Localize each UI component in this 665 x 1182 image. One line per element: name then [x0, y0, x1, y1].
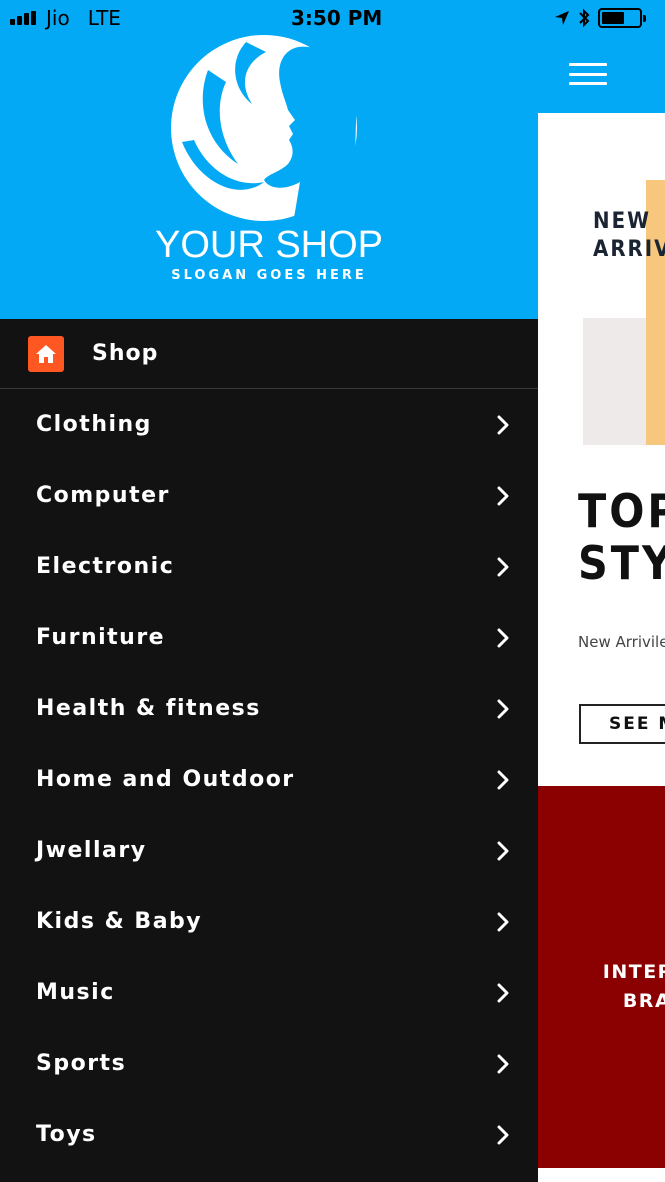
category-menu: Clothing Computer Electronic Furniture Healt… [0, 389, 538, 1170]
hero-subtitle: New Arrivile [578, 633, 665, 651]
home-icon [28, 335, 64, 372]
hero-banner: NEW ARRIV TOP STYI New Arrivile SEE M [538, 113, 665, 786]
chevron-right-icon [497, 983, 509, 1002]
chevron-right-icon [497, 912, 509, 931]
menu-item-label: Toys [36, 1122, 97, 1147]
chevron-right-icon [497, 557, 509, 576]
menu-item-label: Home and Outdoor [36, 767, 295, 792]
status-time: 3:50 PM [291, 6, 383, 30]
shop-name: YOUR SHOP [154, 224, 384, 266]
menu-item[interactable]: Computer [0, 460, 538, 531]
battery-fill [602, 12, 625, 24]
shop-slogan: SLOGAN GOES HERE [171, 268, 367, 283]
status-bar-left: Jio LTE [10, 6, 121, 30]
shop-logo-icon [171, 35, 358, 221]
shop-label: Shop [92, 341, 159, 366]
promo-banner[interactable]: INTERN BRA [538, 786, 665, 1168]
background-app[interactable]: NEW ARRIV TOP STYI New Arrivile SEE M IN… [538, 0, 665, 1182]
menu-item-label: Kids & Baby [36, 909, 203, 934]
hero-tag: NEW ARRIV [593, 209, 665, 262]
menu-item[interactable]: Music [0, 957, 538, 1028]
hamburger-menu-icon[interactable] [569, 63, 607, 85]
chevron-right-icon [497, 841, 509, 860]
menu-item-label: Computer [36, 483, 170, 508]
navigation-drawer: Jio LTE 3:50 PM YOUR SHOP SLOGAN GOES HE… [0, 0, 538, 1182]
menu-item-label: Music [36, 980, 115, 1005]
menu-item-label: Clothing [36, 412, 152, 437]
hero-title: TOP STYI [578, 484, 665, 590]
drawer-header: Jio LTE 3:50 PM YOUR SHOP SLOGAN GOES HE… [0, 0, 538, 319]
screen: NEW ARRIV TOP STYI New Arrivile SEE M IN… [0, 0, 665, 1182]
menu-item[interactable]: Clothing [0, 389, 538, 460]
status-bar-right [554, 6, 646, 30]
app-header [538, 0, 665, 113]
location-arrow-icon [555, 11, 569, 25]
chevron-right-icon [497, 770, 509, 789]
chevron-right-icon [497, 1054, 509, 1073]
carrier-name: Jio [46, 6, 70, 30]
bluetooth-icon [579, 8, 590, 28]
battery-icon [598, 8, 646, 28]
hero-image-block [583, 318, 653, 445]
menu-item-label: Sports [36, 1051, 127, 1076]
chevron-right-icon [497, 628, 509, 647]
menu-item[interactable]: Electronic [0, 531, 538, 602]
menu-item-label: Jwellary [36, 838, 147, 863]
chevron-right-icon [497, 415, 509, 434]
chevron-right-icon [497, 699, 509, 718]
network-type: LTE [87, 6, 121, 30]
menu-item[interactable]: Health & fitness [0, 673, 538, 744]
chevron-right-icon [497, 486, 509, 505]
menu-item[interactable]: Sports [0, 1028, 538, 1099]
promo-text: INTERN BRA [602, 961, 665, 1012]
menu-item[interactable]: Jwellary [0, 815, 538, 886]
menu-item[interactable]: Home and Outdoor [0, 744, 538, 815]
menu-item-label: Electronic [36, 554, 175, 579]
see-more-button[interactable]: SEE M [579, 704, 665, 744]
menu-item-label: Health & fitness [36, 696, 261, 721]
menu-item[interactable]: Toys [0, 1099, 538, 1170]
drawer-item-shop[interactable]: Shop [0, 319, 538, 389]
menu-item[interactable]: Kids & Baby [0, 886, 538, 957]
menu-item[interactable]: Furniture [0, 602, 538, 673]
signal-strength-icon [10, 11, 36, 25]
chevron-right-icon [497, 1125, 509, 1144]
menu-item-label: Furniture [36, 625, 166, 650]
